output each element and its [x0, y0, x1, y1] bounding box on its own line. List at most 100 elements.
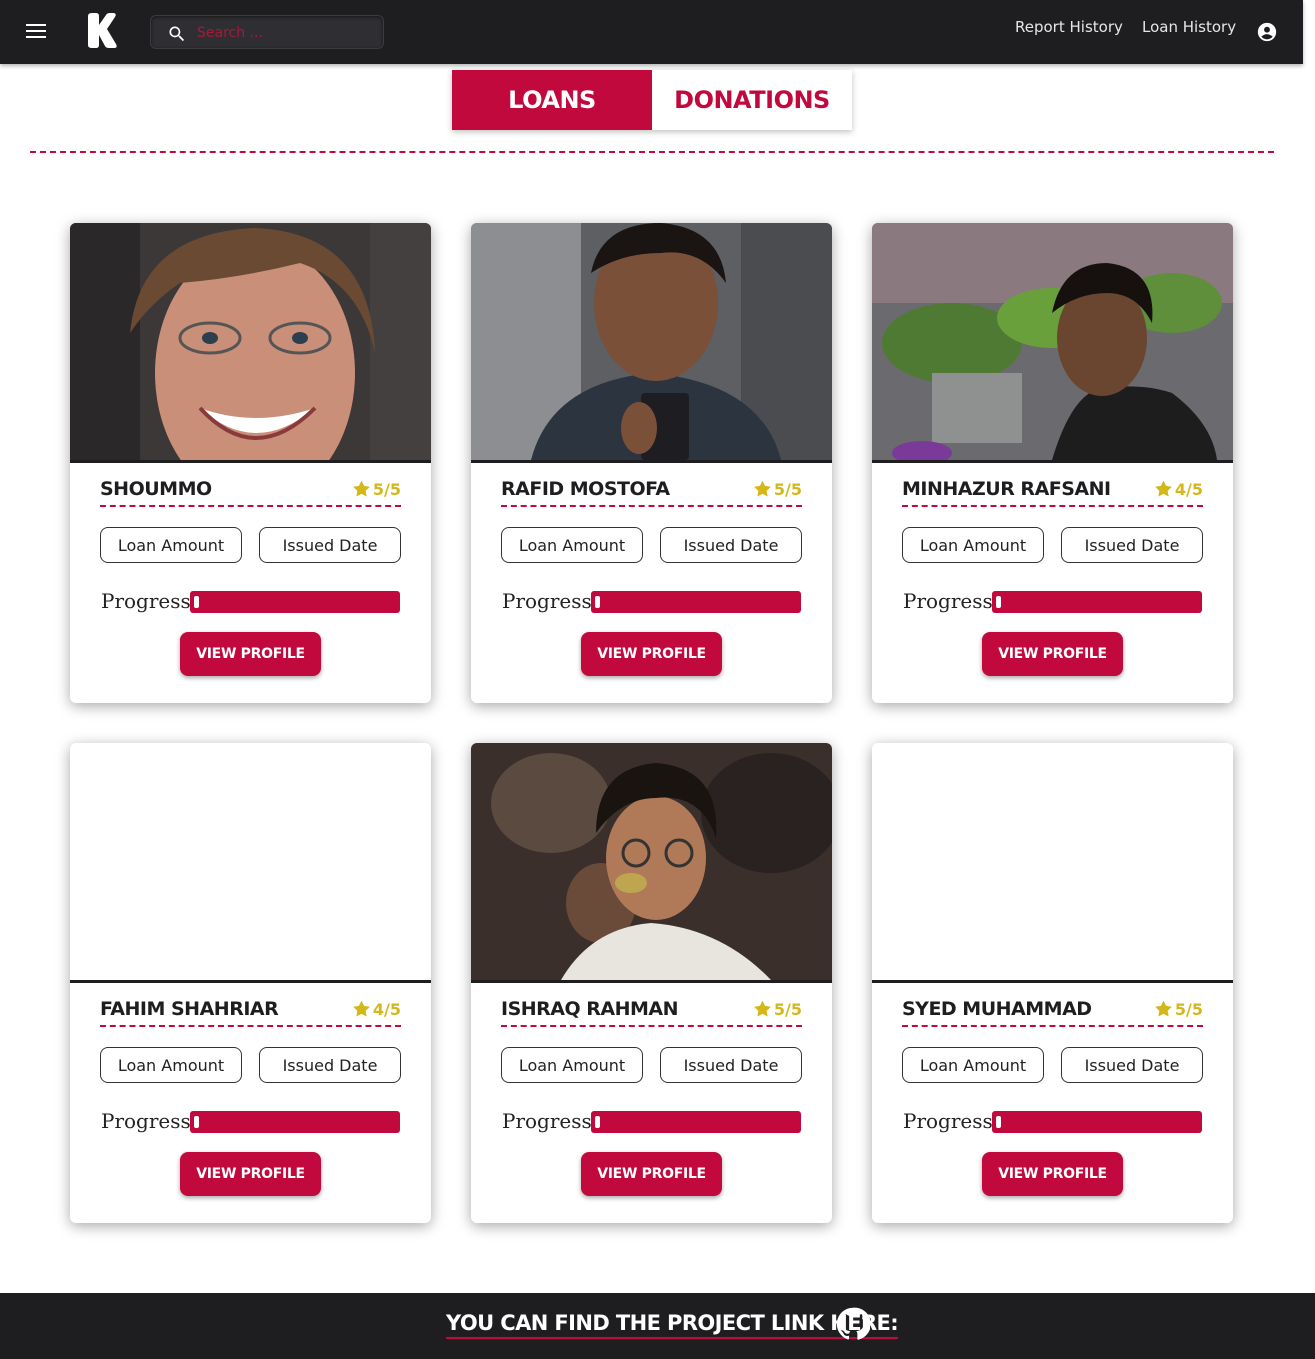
- progress-fill: [595, 1116, 600, 1128]
- progress-label: Progress :: [502, 589, 605, 613]
- progress-fill: [996, 596, 1001, 608]
- progress-fill: [996, 1116, 1001, 1128]
- issued-date-pill: Issued Date: [259, 1047, 401, 1083]
- star-icon: [1155, 1000, 1172, 1017]
- card-header: MINHAZUR RAFSANI 4/5: [902, 476, 1203, 507]
- issued-date-pill: Issued Date: [1061, 1047, 1203, 1083]
- card-header: SHOUMMO 5/5: [100, 476, 401, 507]
- section-divider: [30, 151, 1274, 153]
- tab-donations[interactable]: DONATIONS: [652, 70, 852, 130]
- photo-divider: [471, 460, 832, 463]
- borrower-name: SYED MUHAMMAD: [902, 998, 1092, 1020]
- view-profile-button[interactable]: VIEW PROFILE: [982, 632, 1123, 676]
- borrower-card: FAHIM SHAHRIAR 4/5 Loan Amount Issued Da…: [70, 743, 431, 1223]
- progress-fill: [194, 1116, 199, 1128]
- borrower-photo: [471, 743, 832, 980]
- star-icon: [754, 1000, 771, 1017]
- rating: 5/5: [752, 479, 802, 499]
- rating: 5/5: [351, 479, 401, 499]
- view-profile-button[interactable]: VIEW PROFILE: [180, 1152, 321, 1196]
- borrower-card: MINHAZUR RAFSANI 4/5 Loan Amount Issued …: [872, 223, 1233, 703]
- loan-amount-pill: Loan Amount: [100, 1047, 242, 1083]
- loan-amount-pill: Loan Amount: [501, 527, 643, 563]
- rating-value: 4/5: [1174, 479, 1203, 499]
- borrower-card: SYED MUHAMMAD 5/5 Loan Amount Issued Dat…: [872, 743, 1233, 1223]
- menu-icon[interactable]: [26, 24, 46, 40]
- progress-bar: [591, 1111, 801, 1133]
- issued-date-pill: Issued Date: [660, 527, 802, 563]
- borrower-card: ISHRAQ RAHMAN 5/5 Loan Amount Issued Dat…: [471, 743, 832, 1223]
- k-logo-icon[interactable]: [86, 13, 118, 49]
- borrower-name: RAFID MOSTOFA: [501, 478, 670, 500]
- card-header: ISHRAQ RAHMAN 5/5: [501, 996, 802, 1027]
- tab-loans[interactable]: LOANS: [452, 70, 652, 130]
- photo-divider: [872, 980, 1233, 983]
- rating-value: 5/5: [1174, 999, 1203, 1019]
- progress-label: Progress :: [101, 1109, 204, 1133]
- progress-bar: [190, 1111, 400, 1133]
- search-input[interactable]: [197, 20, 377, 46]
- view-profile-button[interactable]: VIEW PROFILE: [581, 1152, 722, 1196]
- borrower-name: FAHIM SHAHRIAR: [100, 998, 279, 1020]
- borrower-photo: [471, 223, 832, 460]
- rating: 4/5: [1153, 479, 1203, 499]
- star-icon: [353, 1000, 370, 1017]
- progress-fill: [194, 596, 199, 608]
- rating-value: 5/5: [773, 999, 802, 1019]
- loan-amount-pill: Loan Amount: [100, 527, 242, 563]
- borrower-card: SHOUMMO 5/5 Loan Amount Issued Date Prog…: [70, 223, 431, 703]
- progress-label: Progress :: [502, 1109, 605, 1133]
- loan-amount-pill: Loan Amount: [902, 527, 1044, 563]
- star-icon: [353, 480, 370, 497]
- progress-label: Progress :: [903, 589, 1006, 613]
- report-history-link[interactable]: Report History: [1015, 18, 1123, 36]
- rating-value: 5/5: [773, 479, 802, 499]
- rating: 5/5: [752, 999, 802, 1019]
- issued-date-pill: Issued Date: [1061, 527, 1203, 563]
- footer: YOU CAN FIND THE PROJECT LINK HERE:: [0, 1293, 1315, 1359]
- rating: 5/5: [1153, 999, 1203, 1019]
- progress-bar: [992, 591, 1202, 613]
- borrower-photo: [872, 223, 1233, 465]
- card-header: SYED MUHAMMAD 5/5: [902, 996, 1203, 1027]
- progress-bar: [992, 1111, 1202, 1133]
- borrower-photo-empty: [70, 743, 431, 980]
- borrower-card: RAFID MOSTOFA 5/5 Loan Amount Issued Dat…: [471, 223, 832, 703]
- loan-history-link[interactable]: Loan History: [1142, 18, 1236, 36]
- issued-date-pill: Issued Date: [259, 527, 401, 563]
- progress-fill: [595, 596, 600, 608]
- rating-value: 4/5: [372, 999, 401, 1019]
- borrower-name: ISHRAQ RAHMAN: [501, 998, 679, 1020]
- star-icon: [1155, 480, 1172, 497]
- progress-label: Progress :: [903, 1109, 1006, 1133]
- star-icon: [754, 480, 771, 497]
- photo-divider: [872, 460, 1233, 463]
- progress-label: Progress :: [101, 589, 204, 613]
- progress-bar: [190, 591, 400, 613]
- borrower-photo-empty: [872, 743, 1233, 980]
- loan-amount-pill: Loan Amount: [902, 1047, 1044, 1083]
- borrower-photo: [70, 223, 431, 503]
- view-profile-button[interactable]: VIEW PROFILE: [581, 632, 722, 676]
- card-header: RAFID MOSTOFA 5/5: [501, 476, 802, 507]
- github-icon[interactable]: [836, 1307, 870, 1341]
- borrower-name: MINHAZUR RAFSANI: [902, 478, 1111, 500]
- project-link-text: YOU CAN FIND THE PROJECT LINK HERE:: [446, 1311, 899, 1339]
- rating-value: 5/5: [372, 479, 401, 499]
- progress-bar: [591, 591, 801, 613]
- issued-date-pill: Issued Date: [660, 1047, 802, 1083]
- borrower-name: SHOUMMO: [100, 478, 212, 500]
- photo-divider: [70, 980, 431, 983]
- navbar: Report History Loan History: [0, 0, 1303, 64]
- search-bar: [150, 15, 384, 49]
- rating: 4/5: [351, 999, 401, 1019]
- loan-donation-tabs: LOANS DONATIONS: [452, 70, 852, 130]
- loan-amount-pill: Loan Amount: [501, 1047, 643, 1083]
- photo-divider: [471, 980, 832, 983]
- account-circle-icon[interactable]: [1256, 21, 1278, 43]
- photo-divider: [70, 460, 431, 463]
- view-profile-button[interactable]: VIEW PROFILE: [180, 632, 321, 676]
- search-icon[interactable]: [167, 24, 187, 44]
- card-header: FAHIM SHAHRIAR 4/5: [100, 996, 401, 1027]
- view-profile-button[interactable]: VIEW PROFILE: [982, 1152, 1123, 1196]
